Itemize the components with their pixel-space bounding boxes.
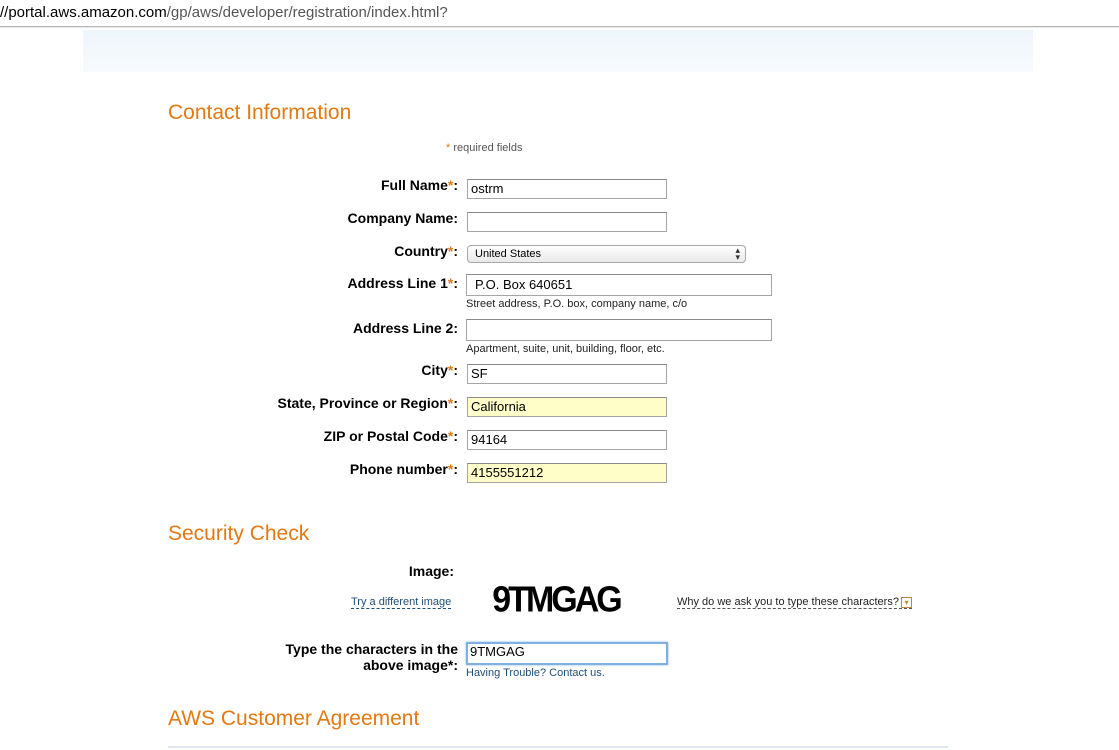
agreement-heading: AWS Customer Agreement [168, 707, 420, 730]
state-input[interactable]: California [467, 397, 667, 417]
address-bar[interactable]: //portal.aws.amazon.com/gp/aws/developer… [0, 0, 1119, 27]
url-text[interactable]: //portal.aws.amazon.com/gp/aws/developer… [0, 4, 448, 21]
agreement-box-top [168, 746, 948, 748]
image-label: Image: [408, 563, 454, 579]
required-note-text: required fields [453, 142, 523, 154]
phone-label: Phone number*: [349, 461, 458, 477]
try-different-image-link[interactable]: Try a different image [351, 596, 452, 609]
security-heading: Security Check [168, 522, 310, 545]
captcha-image: 9TMGAG [492, 580, 623, 618]
captcha-input[interactable]: 9TMGAG [466, 642, 668, 665]
why-characters-text: Why do we ask you to type these characte… [677, 596, 899, 608]
required-fields-note: * required fields [446, 142, 522, 154]
address2-label: Address Line 2: [352, 320, 458, 336]
city-label: City*: [421, 362, 458, 378]
address1-hint: Street address, P.O. box, company name, … [466, 298, 688, 310]
company-name-input[interactable] [467, 212, 667, 232]
address1-input[interactable]: P.O. Box 640651 [466, 274, 772, 296]
url-path: /gp/aws/developer/registration/index.htm… [166, 4, 448, 21]
svg-text:9TMGAG: 9TMGAG [492, 580, 620, 618]
state-label: State, Province or Region*: [277, 395, 459, 411]
header-banner [83, 30, 1033, 72]
country-selected-value: United States [475, 248, 542, 260]
address2-hint: Apartment, suite, unit, building, floor,… [466, 343, 665, 355]
address2-input[interactable] [466, 319, 772, 341]
address1-label: Address Line 1*: [347, 275, 459, 291]
url-host: //portal.aws.amazon.com [0, 4, 167, 21]
contact-heading: Contact Information [168, 101, 352, 124]
city-input[interactable]: SF [467, 364, 667, 384]
required-star: * [446, 142, 451, 154]
type-characters-label: Type the characters in the above image*: [285, 641, 458, 673]
country-label: Country*: [394, 243, 458, 259]
zip-input[interactable]: 94164 [467, 430, 667, 450]
company-name-label: Company Name: [347, 210, 458, 226]
full-name-input[interactable]: ostrm [467, 179, 667, 199]
select-arrows-icon: ▴ ▾ [735, 245, 740, 262]
full-name-label: Full Name*: [380, 177, 458, 193]
why-characters-link[interactable]: Why do we ask you to type these characte… [677, 596, 912, 609]
having-trouble-link[interactable]: Having Trouble? Contact us. [466, 667, 605, 679]
phone-input[interactable]: 4155551212 [467, 463, 667, 483]
zip-label: ZIP or Postal Code*: [323, 428, 458, 444]
chevron-down-icon: ▾ [900, 596, 912, 608]
country-select[interactable]: United States ▴ ▾ [467, 245, 746, 263]
